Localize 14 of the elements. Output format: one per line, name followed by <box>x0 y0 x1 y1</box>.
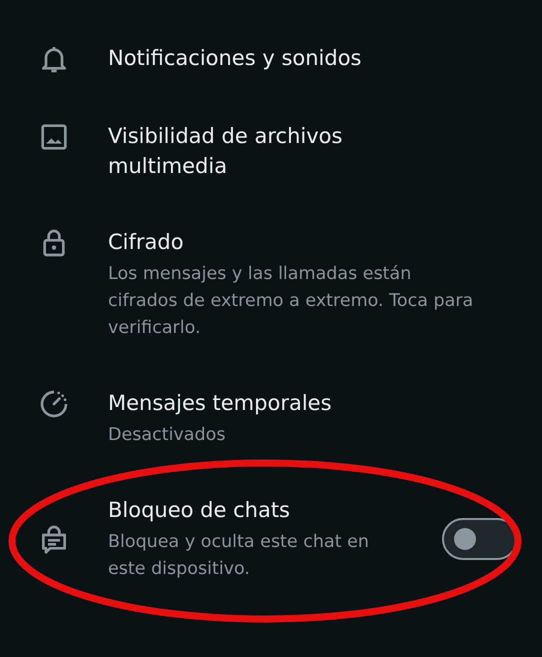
setting-title: Notificaciones y sonidos <box>108 45 362 72</box>
timer-icon <box>38 388 70 420</box>
setting-title: Mensajes temporales <box>108 390 333 417</box>
settings-item[interactable]: Mensajes temporales Desactivados <box>0 365 542 472</box>
setting-description: Los mensajes y las llamadas están cifrados de extremo a extremo. Toca para verificarlo. <box>108 263 474 340</box>
setting-title: Bloqueo de chats <box>108 497 291 524</box>
settings-item[interactable]: Cifrado Los mensajes y las llamadas están cifrados de extremo a extremo. Toca para verificarlo. <box>0 204 542 365</box>
setting-title: Cifrado <box>108 229 185 256</box>
settings-item[interactable]: Visibilidad de archivos multimedia <box>0 98 542 204</box>
setting-description: Desactivados <box>108 424 226 447</box>
setting-title: Visibilidad de archivos multimedia <box>108 123 344 180</box>
settings-item[interactable]: Bloqueo de chats Bloquea y oculta este chat en este dispositivo. <box>0 472 542 606</box>
settings-item[interactable]: Notificaciones y sonidos <box>0 20 542 98</box>
setting-description: Bloquea y oculta este chat en este dispositivo. <box>108 531 370 581</box>
